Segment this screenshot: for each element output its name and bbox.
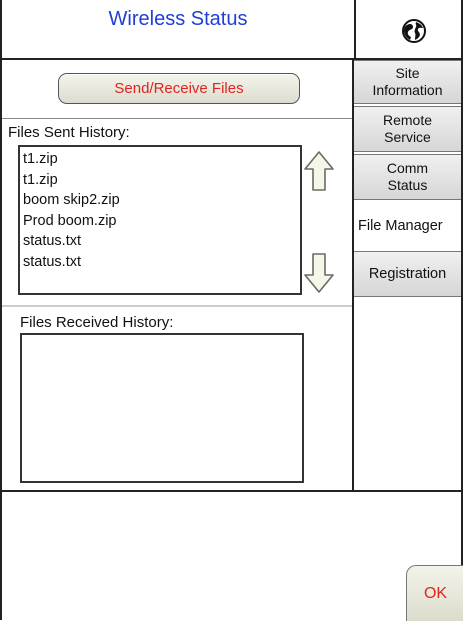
tab-label: Registration [368, 265, 447, 282]
files-sent-history-list[interactable]: t1.zip t1.zip boom skip2.zip Prod boom.z… [18, 145, 302, 295]
list-item[interactable]: status.txt [23, 252, 300, 273]
tab-registration[interactable]: Registration [354, 251, 461, 297]
left-border [0, 0, 2, 620]
tab-remote-service[interactable]: Remote Service [354, 106, 461, 152]
scroll-down-arrow-icon[interactable] [303, 252, 335, 294]
tab-file-manager[interactable]: File Manager [354, 203, 461, 249]
list-item[interactable]: boom skip2.zip [23, 190, 300, 211]
scroll-up-arrow-icon[interactable] [303, 150, 335, 192]
tab-label: File Manager [358, 217, 443, 234]
panel-bottom-border [0, 490, 463, 492]
list-item[interactable]: t1.zip [23, 170, 300, 191]
tab-label: Site Information [372, 65, 443, 98]
list-item[interactable]: Prod boom.zip [23, 211, 300, 232]
tab-site-information[interactable]: Site Information [354, 60, 461, 104]
title-bar: Wireless Status [2, 0, 461, 60]
title-divider [354, 0, 356, 58]
list-item[interactable]: t1.zip [23, 149, 300, 170]
send-receive-files-button[interactable]: Send/Receive Files [58, 73, 300, 104]
page-title: Wireless Status [108, 8, 248, 30]
wireless-status-screen: Wireless Status Send/Receive Files Files… [0, 0, 463, 621]
section-divider [2, 305, 352, 307]
files-received-history-label: Files Received History: [20, 314, 174, 331]
ok-button[interactable]: OK [406, 565, 463, 621]
globe-icon[interactable] [401, 18, 427, 44]
tab-label: Comm Status [386, 160, 429, 193]
files-sent-history-label: Files Sent History: [8, 124, 130, 141]
section-divider [2, 118, 352, 119]
tab-comm-status[interactable]: Comm Status [354, 154, 461, 200]
tab-label: Remote Service [382, 112, 433, 145]
list-item[interactable]: status.txt [23, 231, 300, 252]
files-received-history-list[interactable] [20, 333, 304, 483]
